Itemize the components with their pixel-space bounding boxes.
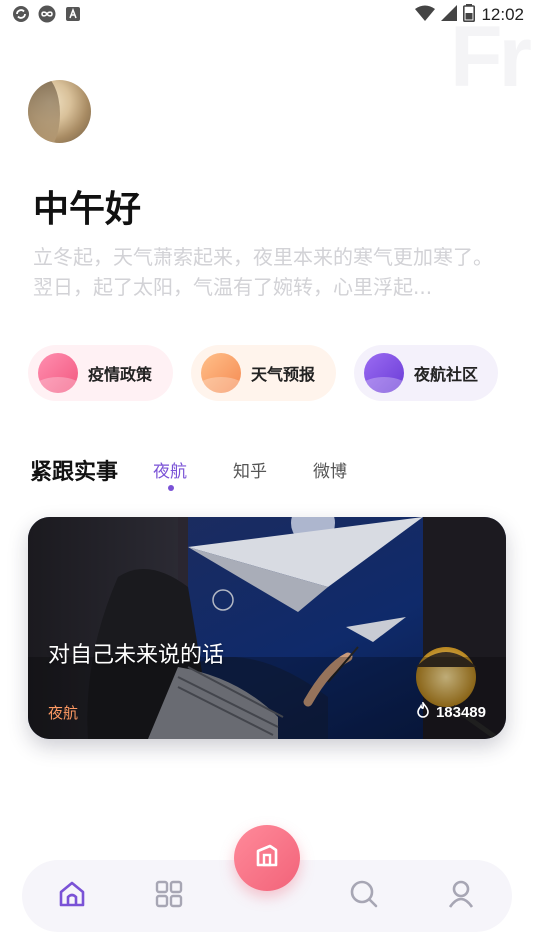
nav-home[interactable] xyxy=(54,878,90,914)
quick-link-label: 疫情政策 xyxy=(88,365,153,384)
quick-link-weather[interactable]: 天气预报 xyxy=(191,345,336,401)
user-icon xyxy=(446,879,476,913)
card-source-tag: 夜航 xyxy=(48,704,79,722)
quick-link-epidemic-policy[interactable]: 疫情政策 xyxy=(28,345,173,401)
nav-profile[interactable] xyxy=(443,878,479,914)
infinity-icon xyxy=(38,5,56,23)
quick-link-label: 天气预报 xyxy=(251,365,316,384)
center-action-button[interactable] xyxy=(234,825,300,891)
active-tab-indicator xyxy=(168,485,174,491)
tab-zhihu[interactable]: 知乎 xyxy=(233,457,267,482)
quick-link-label: 夜航社区 xyxy=(414,365,479,384)
home-icon xyxy=(57,879,87,913)
avatar[interactable] xyxy=(28,80,91,143)
section-title: 紧跟实事 xyxy=(30,460,119,485)
greeting-title: 中午好 xyxy=(33,189,142,230)
font-icon xyxy=(64,5,82,23)
daily-quote: 立冬起，天气萧索起来，夜里本来的寒气更加寒了。翌日，起了太阳，气温有了婉转，心里… xyxy=(33,245,493,299)
card-view-count: 183489 xyxy=(416,700,486,722)
orange-circle-icon xyxy=(201,353,241,393)
sync-icon xyxy=(12,5,30,23)
view-count-value: 183489 xyxy=(435,703,486,721)
tab-yehang[interactable]: 夜航 xyxy=(153,457,187,482)
quick-links: 疫情政策 天气预报 夜航社区 xyxy=(28,345,508,401)
nav-grid[interactable] xyxy=(151,878,187,914)
search-icon xyxy=(349,879,379,913)
status-icons-left xyxy=(12,5,82,23)
tab-weibo[interactable]: 微博 xyxy=(313,457,347,482)
wifi-icon xyxy=(415,5,436,25)
flame-icon xyxy=(416,700,430,722)
grid-icon xyxy=(154,879,184,913)
card-title: 对自己未来说的话 xyxy=(48,643,225,668)
quick-link-community[interactable]: 夜航社区 xyxy=(354,345,498,401)
book-icon xyxy=(253,842,281,874)
nav-search[interactable] xyxy=(346,878,382,914)
decorative-watermark: Fr xyxy=(450,9,532,105)
pink-circle-icon xyxy=(38,353,78,393)
feature-card[interactable]: 对自己未来说的话 夜航 183489 xyxy=(28,517,506,739)
purple-circle-icon xyxy=(364,353,404,393)
